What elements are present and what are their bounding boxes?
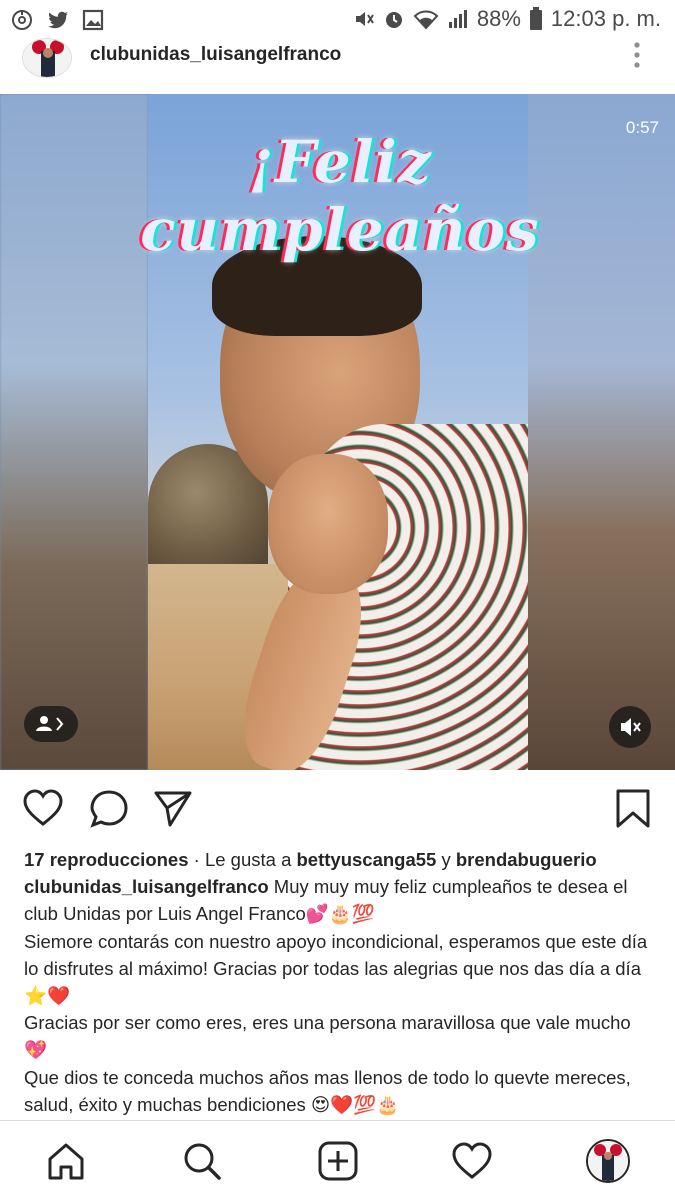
mute-icon: [353, 8, 375, 30]
video-mute-button[interactable]: [609, 706, 651, 748]
activity-icon[interactable]: [450, 1139, 494, 1183]
caption-line: Siemore contarás con nuestro apoyo incon…: [24, 930, 648, 1007]
search-icon[interactable]: [180, 1139, 224, 1183]
view-count[interactable]: 17 reproducciones: [24, 849, 189, 870]
liker-link[interactable]: bettyuscanga55: [297, 849, 437, 870]
status-bar: 88% 12:03 p. m.: [0, 0, 675, 40]
caption-author[interactable]: clubunidas_luisangelfranco: [24, 876, 269, 897]
comment-icon[interactable]: [88, 788, 130, 828]
video-overlay-title: ¡Feliz cumpleaños: [140, 128, 540, 264]
wifi-icon: [413, 8, 439, 30]
post-caption: 17 reproducciones · Le gusta a bettyusca…: [24, 846, 654, 1118]
liker-link[interactable]: brendabuguerio: [456, 849, 597, 870]
caption-text: clubunidas_luisangelfranco Muy muy muy f…: [24, 873, 654, 927]
add-post-icon[interactable]: [316, 1139, 360, 1183]
profile-avatar[interactable]: [586, 1139, 630, 1183]
liked-by-join: y: [436, 849, 456, 870]
caption-line: Gracias por ser como eres, eres una pers…: [24, 1012, 631, 1061]
author-avatar[interactable]: [22, 38, 72, 78]
bookmark-icon[interactable]: [612, 788, 654, 828]
post-video[interactable]: ¡Feliz cumpleaños 0:57: [0, 94, 675, 770]
caption-line: Que dios te conceda muchos años mas llen…: [24, 1066, 631, 1115]
signal-icon: [447, 8, 469, 30]
image-icon: [82, 9, 104, 31]
battery-icon: [529, 7, 543, 31]
more-options-icon[interactable]: [631, 40, 643, 70]
home-icon[interactable]: [44, 1139, 88, 1183]
twitter-icon: [46, 8, 70, 32]
post-header: clubunidas_luisangelfranco: [0, 38, 675, 92]
battery-percent: 88%: [476, 6, 521, 31]
post-actions: [0, 784, 675, 832]
status-right: 88% 12:03 p. m.: [353, 6, 661, 32]
like-icon[interactable]: [22, 788, 64, 828]
bottom-navigation: [0, 1120, 675, 1200]
alarm-icon: [383, 8, 405, 30]
video-timer: 0:57: [625, 118, 659, 137]
status-left-icons: [10, 8, 104, 32]
clock: 12:03 p. m.: [550, 6, 661, 31]
tagged-people-button[interactable]: [24, 706, 78, 742]
sync-icon: [10, 8, 34, 32]
share-icon[interactable]: [152, 788, 194, 828]
liked-by-prefix: · Le gusta a: [188, 849, 297, 870]
likes-line: 17 reproducciones · Le gusta a bettyusca…: [24, 846, 654, 873]
post-username[interactable]: clubunidas_luisangelfranco: [90, 44, 341, 66]
